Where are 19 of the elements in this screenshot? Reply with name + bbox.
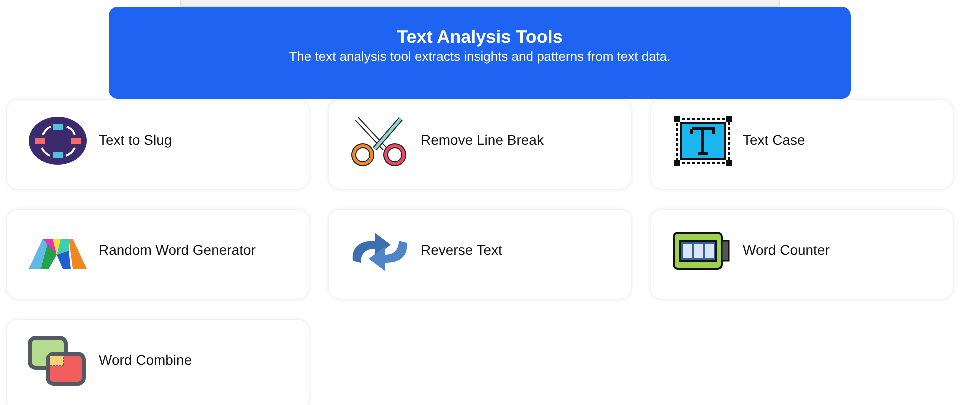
text-box-icon [671, 115, 733, 167]
tool-card[interactable]: Remove Line Break [328, 99, 632, 190]
tool-label: Word Combine [99, 351, 192, 370]
overlap-icon [27, 335, 89, 387]
tool-card[interactable]: Reverse Text [328, 209, 632, 300]
tool-card[interactable]: Random Word Generator [6, 209, 310, 300]
tool-label: Text to Slug [99, 131, 172, 150]
tool-label: Text Case [743, 131, 806, 150]
tool-label: Reverse Text [421, 241, 502, 260]
tool-label: Word Counter [743, 241, 830, 260]
header-title: Text Analysis Tools [396, 26, 564, 48]
tool-card[interactable]: Word Counter [650, 209, 954, 300]
tool-card[interactable]: Text to Slug [6, 99, 310, 190]
cycle-icon [27, 115, 89, 167]
tool-label: Remove Line Break [421, 131, 544, 150]
tool-card[interactable]: Text Case [650, 99, 954, 190]
tool-label: Random Word Generator [99, 241, 256, 260]
tool-card[interactable]: Word Combine [6, 319, 310, 405]
header-subtitle: The text analysis tool extracts insights and patterns from text data. [288, 48, 672, 65]
